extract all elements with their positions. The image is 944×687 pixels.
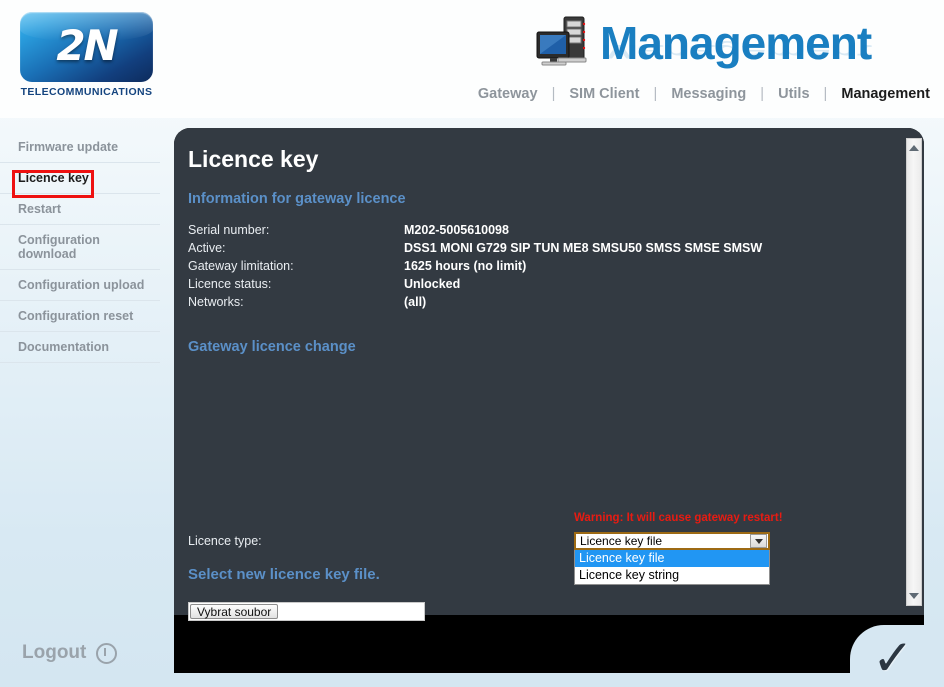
nav-separator: | [760, 86, 765, 102]
dropdown-option-licence-key-file[interactable]: Licence key file [575, 550, 769, 567]
info-value-gateway-limitation: 1625 hours (no limit) [404, 259, 527, 273]
choose-file-button[interactable]: Vybrat soubor [190, 604, 279, 619]
panel-scrollbar[interactable] [906, 138, 922, 606]
licence-type-selected-value: Licence key file [580, 534, 663, 548]
licence-type-select-wrapper: Licence key file Licence key file Licenc… [574, 532, 770, 585]
sidebar-item-licence-key[interactable]: Licence key [0, 163, 160, 194]
licence-type-dropdown-list: Licence key file Licence key string [574, 550, 770, 585]
nav-separator: | [823, 86, 828, 102]
licence-info-table: Serial number: M202-5005610098 Active: D… [188, 221, 762, 311]
check-mark-icon: ✓ [872, 629, 914, 687]
sidebar-item-configuration-upload[interactable]: Configuration upload [0, 270, 160, 301]
nav-item-management[interactable]: Management [837, 86, 934, 102]
sidebar: Firmware update Licence key Restart Conf… [0, 132, 160, 363]
triangle-down-icon[interactable] [907, 589, 921, 603]
info-label-serial-number: Serial number: [188, 223, 270, 237]
info-section-heading: Information for gateway licence [188, 191, 406, 207]
triangle-up-icon[interactable] [907, 141, 921, 155]
table-row: Serial number: M202-5005610098 [188, 221, 762, 239]
table-row: Active: DSS1 MONI G729 SIP TUN ME8 SMSU5… [188, 239, 762, 257]
page-title: Licence key [188, 146, 319, 172]
selected-file-name [279, 603, 424, 620]
logout-label: Logout [22, 642, 87, 663]
logo-caption: TELECOMMUNICATIONS [20, 86, 153, 98]
dropdown-option-licence-key-string[interactable]: Licence key string [575, 567, 769, 584]
page-header: 2N TELECOMMUNICATIONS Management Managem… [0, 0, 944, 118]
info-label-networks: Networks: [188, 295, 244, 309]
info-value-networks: (all) [404, 295, 427, 309]
nav-separator: | [551, 86, 556, 102]
sidebar-item-configuration-reset[interactable]: Configuration reset [0, 301, 160, 332]
sidebar-item-firmware-update[interactable]: Firmware update [0, 132, 160, 163]
footer-check-area: ✓ [850, 625, 944, 687]
sidebar-item-restart[interactable]: Restart [0, 194, 160, 225]
page-section-title: Management [600, 17, 872, 69]
info-label-gateway-limitation: Gateway limitation: [188, 259, 294, 273]
licence-type-select[interactable]: Licence key file [574, 532, 770, 550]
restart-warning-text: Warning: It will cause gateway restart! [574, 512, 783, 524]
select-file-instruction: Select new licence key file. [188, 566, 380, 583]
table-row: Licence status: Unlocked [188, 275, 762, 293]
nav-item-messaging[interactable]: Messaging [667, 86, 750, 102]
logo-text: 2N [56, 21, 118, 70]
sidebar-item-configuration-download[interactable]: Configuration download [0, 225, 160, 270]
panel-content: Licence key Information for gateway lice… [174, 128, 906, 673]
licence-type-label: Licence type: [188, 534, 262, 548]
table-row: Gateway limitation: 1625 hours (no limit… [188, 257, 762, 275]
licence-file-input[interactable]: Vybrat soubor [188, 602, 425, 621]
nav-item-sim-client[interactable]: SIM Client [565, 86, 643, 102]
info-value-licence-status: Unlocked [404, 277, 461, 291]
sidebar-item-documentation[interactable]: Documentation [0, 332, 160, 363]
chevron-down-icon[interactable] [750, 534, 767, 548]
nav-item-gateway[interactable]: Gateway [474, 86, 542, 102]
nav-separator: | [653, 86, 658, 102]
info-value-serial-number: M202-5005610098 [404, 223, 509, 237]
licence-change-heading: Gateway licence change [188, 339, 356, 355]
company-logo: 2N [20, 12, 153, 82]
info-label-licence-status: Licence status: [188, 277, 272, 291]
table-row: Networks: (all) [188, 293, 762, 311]
main-content-panel: Licence key Information for gateway lice… [174, 128, 924, 673]
info-value-active: DSS1 MONI G729 SIP TUN ME8 SMSU50 SMSS S… [404, 241, 763, 255]
logout-button[interactable]: Logout [22, 642, 118, 664]
top-navigation: Gateway | SIM Client | Messaging | Utils… [474, 86, 934, 102]
info-label-active: Active: [188, 241, 226, 255]
desktop-computer-icon [534, 14, 592, 74]
nav-item-utils[interactable]: Utils [774, 86, 813, 102]
power-icon [96, 642, 118, 664]
